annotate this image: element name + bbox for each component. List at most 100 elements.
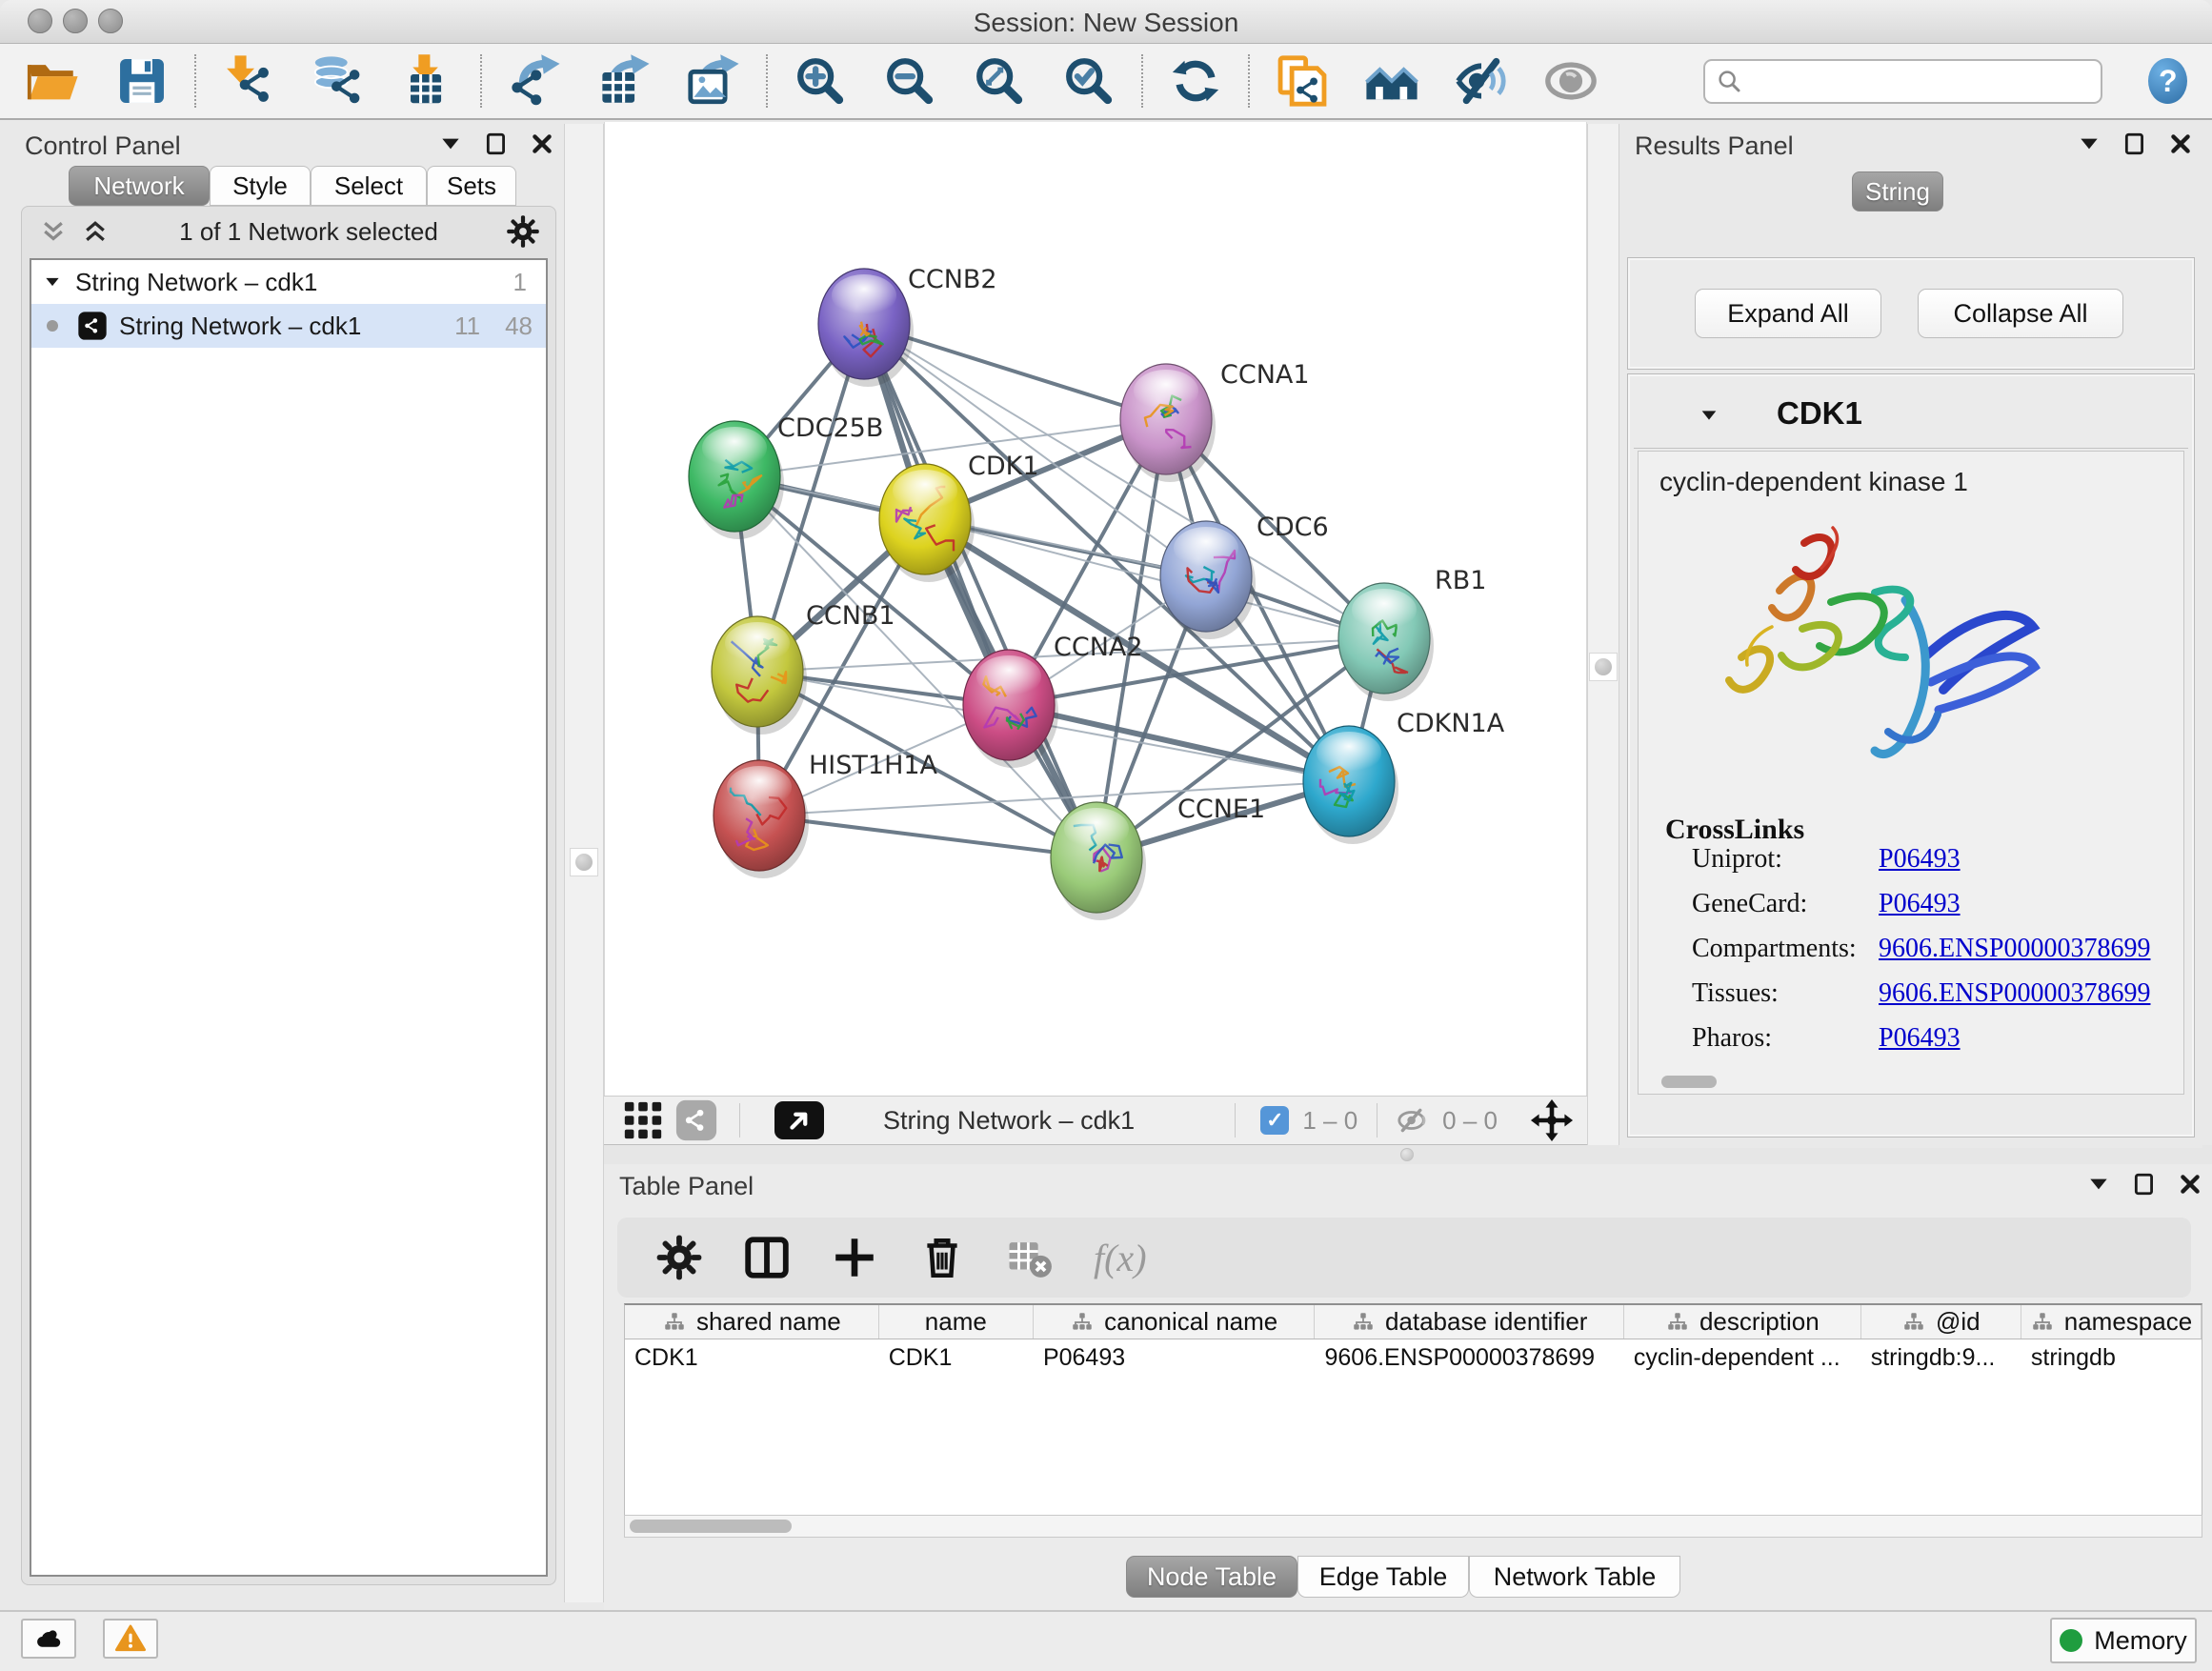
table-cell[interactable]: cyclin-dependent ... <box>1624 1339 1861 1376</box>
warnings-button[interactable] <box>103 1619 158 1659</box>
panel-float-icon[interactable] <box>484 131 509 156</box>
column-header--id[interactable]: @id <box>1861 1305 2021 1339</box>
zoom-fit-icon[interactable] <box>972 53 1027 109</box>
import-network-database-icon[interactable] <box>311 53 366 109</box>
crosslink-link[interactable]: P06493 <box>1879 1023 1961 1054</box>
refresh-view-icon[interactable] <box>1168 53 1223 109</box>
table-cell[interactable]: P06493 <box>1034 1339 1316 1376</box>
right-splitter-grip[interactable] <box>1589 653 1618 681</box>
network-collection-row[interactable]: String Network – cdk1 1 <box>31 260 546 304</box>
network-node-CDC6[interactable]: CDC6 <box>1160 513 1329 639</box>
panel-float-icon[interactable] <box>2132 1172 2157 1197</box>
tab-node-table[interactable]: Node Table <box>1126 1556 1297 1598</box>
table-settings-gear-icon[interactable] <box>655 1234 703 1281</box>
crosslink-link[interactable]: 9606.ENSP00000378699 <box>1879 934 2150 964</box>
table-hscroll[interactable] <box>624 1515 2202 1538</box>
search-input[interactable] <box>1743 62 2091 100</box>
help-button[interactable]: ? <box>2148 58 2187 104</box>
network-canvas[interactable]: CCNB2CCNA1CDC25BCDK1CDC6RB1CCNB1CCNA2CDK… <box>604 122 1587 1096</box>
left-splitter[interactable] <box>564 124 604 1602</box>
expand-all-networks-icon[interactable] <box>79 217 111 246</box>
tab-sets[interactable]: Sets <box>427 166 516 206</box>
panel-close-icon[interactable] <box>2178 1172 2202 1197</box>
export-network-icon[interactable] <box>507 53 562 109</box>
panel-collapse-icon[interactable] <box>438 131 463 156</box>
tab-string[interactable]: String <box>1852 171 1943 211</box>
expand-all-button[interactable]: Expand All <box>1695 289 1881 338</box>
horizontal-splitter-grip[interactable] <box>1400 1148 1414 1161</box>
home-pages-icon[interactable] <box>1364 53 1419 109</box>
crosslink-link[interactable]: 9606.ENSP00000378699 <box>1879 978 2150 1009</box>
tree-expander-icon[interactable] <box>43 272 62 292</box>
table-cell[interactable]: stringdb:9... <box>1861 1339 2021 1376</box>
network-node-CCNB2[interactable]: CCNB2 <box>818 265 997 387</box>
tab-style[interactable]: Style <box>210 166 311 206</box>
network-node-CCNE1[interactable]: CCNE1 <box>1051 795 1265 920</box>
collapse-all-button[interactable]: Collapse All <box>1918 289 2123 338</box>
table-row[interactable]: CDK1CDK1P064939606.ENSP00000378699cyclin… <box>625 1339 2202 1376</box>
detach-view-button[interactable] <box>774 1101 824 1139</box>
crosslink-link[interactable]: P06493 <box>1879 844 1961 875</box>
table-hscroll-thumb[interactable] <box>630 1520 792 1533</box>
zoom-selected-icon[interactable] <box>1061 53 1116 109</box>
network-node-CDKN1A[interactable]: CDKN1A <box>1303 709 1505 844</box>
pan-move-icon[interactable] <box>1530 1098 1574 1142</box>
network-graph[interactable]: CCNB2CCNA1CDC25BCDK1CDC6RB1CCNB1CCNA2CDK… <box>605 122 1586 1094</box>
tab-edge-table[interactable]: Edge Table <box>1297 1556 1469 1598</box>
tab-select[interactable]: Select <box>311 166 427 206</box>
export-table-icon[interactable] <box>596 53 652 109</box>
network-node-CCNB1[interactable]: CCNB1 <box>712 601 895 735</box>
left-splitter-grip[interactable] <box>570 848 598 876</box>
table-cell[interactable]: CDK1 <box>879 1339 1034 1376</box>
gene-collapse-icon[interactable] <box>1697 405 1721 426</box>
column-header-namespace[interactable]: namespace <box>2021 1305 2202 1339</box>
network-options-gear-icon[interactable] <box>506 214 540 249</box>
horizontal-splitter[interactable] <box>604 1145 2212 1164</box>
share-view-gray-icon[interactable] <box>674 1098 718 1142</box>
cloud-status-button[interactable] <box>21 1619 76 1659</box>
add-column-icon[interactable] <box>831 1234 878 1281</box>
column-header-description[interactable]: description <box>1624 1305 1861 1339</box>
grid-view-icon[interactable] <box>621 1098 665 1142</box>
zoom-out-icon[interactable] <box>882 53 937 109</box>
import-network-file-icon[interactable] <box>221 53 276 109</box>
open-session-icon[interactable] <box>25 53 80 109</box>
delete-column-icon[interactable] <box>918 1234 966 1281</box>
zoom-in-icon[interactable] <box>793 53 848 109</box>
column-header-database-identifier[interactable]: database identifier <box>1315 1305 1623 1339</box>
panel-float-icon[interactable] <box>2122 131 2147 156</box>
hide-panels-icon[interactable] <box>1454 53 1509 109</box>
network-node-CDK1[interactable]: CDK1 <box>879 452 1039 582</box>
table-cell[interactable]: 9606.ENSP00000378699 <box>1316 1339 1624 1376</box>
tab-network[interactable]: Network <box>69 166 210 206</box>
memory-button[interactable]: Memory <box>2050 1618 2197 1663</box>
panel-close-icon[interactable] <box>530 131 554 156</box>
network-edge[interactable] <box>759 815 1096 857</box>
export-image-icon[interactable] <box>686 53 741 109</box>
network-node-RB1[interactable]: RB1 <box>1338 566 1486 701</box>
column-header-canonical-name[interactable]: canonical name <box>1034 1305 1316 1339</box>
column-header-shared-name[interactable]: shared name <box>625 1305 879 1339</box>
crosslink-link[interactable]: P06493 <box>1879 889 1961 919</box>
tab-network-table[interactable]: Network Table <box>1469 1556 1680 1598</box>
gene-header[interactable]: CDK1 <box>1634 380 2188 449</box>
search-field[interactable] <box>1703 59 2102 104</box>
panel-close-icon[interactable] <box>2168 131 2193 156</box>
column-header-name[interactable]: name <box>879 1305 1034 1339</box>
results-hscroll-thumb[interactable] <box>1661 1076 1717 1088</box>
save-session-icon[interactable] <box>114 53 170 109</box>
selected-checkbox-icon[interactable]: ✓ <box>1260 1106 1289 1135</box>
import-table-icon[interactable] <box>400 53 455 109</box>
show-columns-icon[interactable] <box>743 1234 791 1281</box>
table-cell[interactable]: stringdb <box>2021 1339 2202 1376</box>
network-node-CCNA1[interactable]: CCNA1 <box>1120 360 1310 482</box>
network-node-HIST1H1A[interactable]: HIST1H1A <box>714 751 938 878</box>
panel-collapse-icon[interactable] <box>2086 1172 2111 1197</box>
collapse-all-networks-icon[interactable] <box>37 217 70 246</box>
right-splitter[interactable] <box>1587 124 1619 1145</box>
copy-share-icon[interactable] <box>1275 53 1330 109</box>
show-panel-icon[interactable] <box>1543 53 1599 109</box>
network-row-selected[interactable]: String Network – cdk1 11 48 <box>31 304 546 348</box>
table-cell[interactable]: CDK1 <box>625 1339 879 1376</box>
panel-collapse-icon[interactable] <box>2077 131 2101 156</box>
